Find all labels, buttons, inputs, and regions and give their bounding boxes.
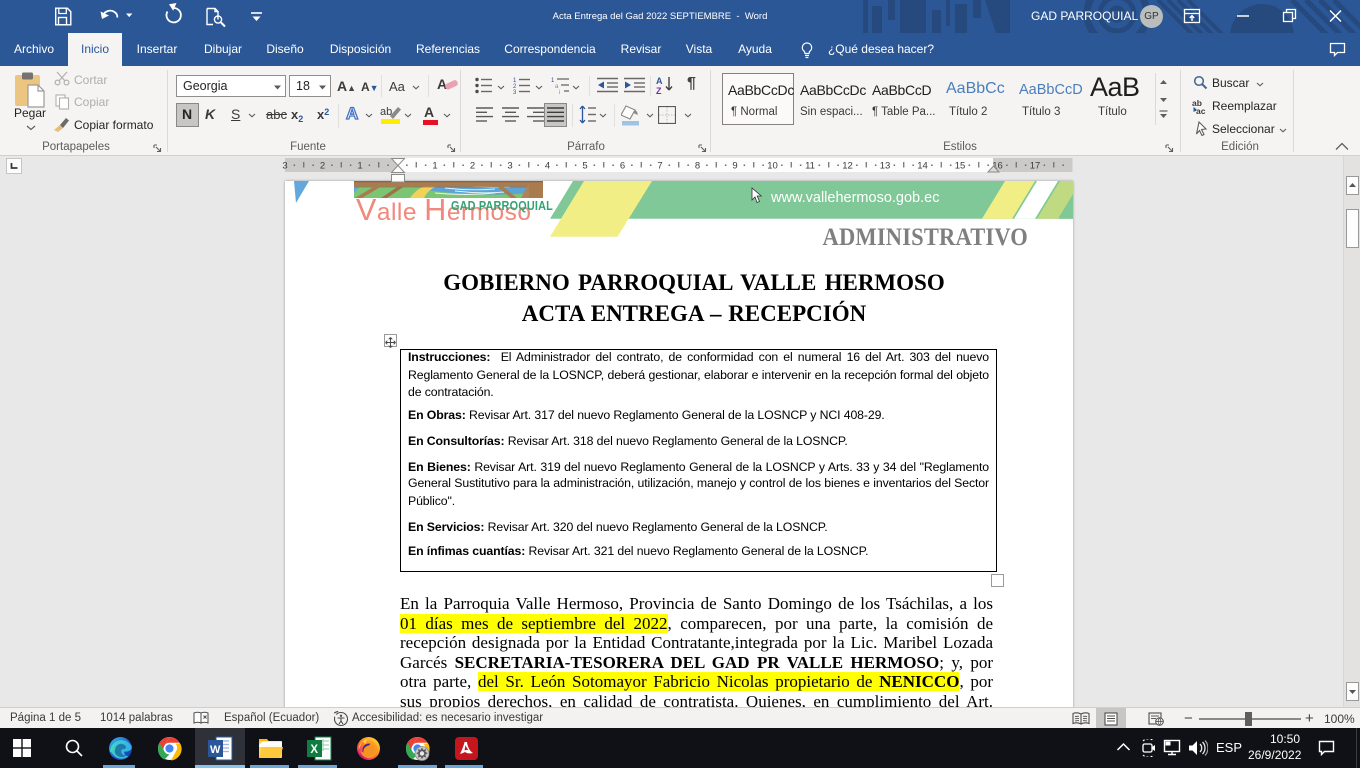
svg-text:ac: ac <box>1196 106 1206 114</box>
svg-text:3: 3 <box>507 160 512 171</box>
svg-text:3: 3 <box>282 160 287 171</box>
svg-text:8: 8 <box>695 160 700 171</box>
svg-text:Z: Z <box>656 86 662 95</box>
svg-text:15: 15 <box>955 160 966 171</box>
svg-text:14: 14 <box>917 160 928 171</box>
svg-text:W: W <box>210 744 221 756</box>
svg-text:X: X <box>310 744 318 756</box>
svg-text:9: 9 <box>732 160 737 171</box>
svg-text:17: 17 <box>1030 160 1041 171</box>
svg-text:3: 3 <box>513 90 517 94</box>
svg-text:A: A <box>656 76 663 86</box>
svg-text:11: 11 <box>805 160 815 171</box>
svg-text:1: 1 <box>357 160 362 171</box>
svg-text:5: 5 <box>582 160 587 171</box>
svg-text:4: 4 <box>545 160 550 171</box>
svg-text:13: 13 <box>880 160 891 171</box>
svg-text:6: 6 <box>620 160 625 171</box>
svg-text:2: 2 <box>470 160 475 171</box>
svg-text:1: 1 <box>432 160 437 171</box>
svg-text:10: 10 <box>767 160 778 171</box>
svg-text:12: 12 <box>842 160 853 171</box>
svg-text:2: 2 <box>320 160 325 171</box>
svg-text:i: i <box>559 90 560 94</box>
svg-text:7: 7 <box>657 160 662 171</box>
